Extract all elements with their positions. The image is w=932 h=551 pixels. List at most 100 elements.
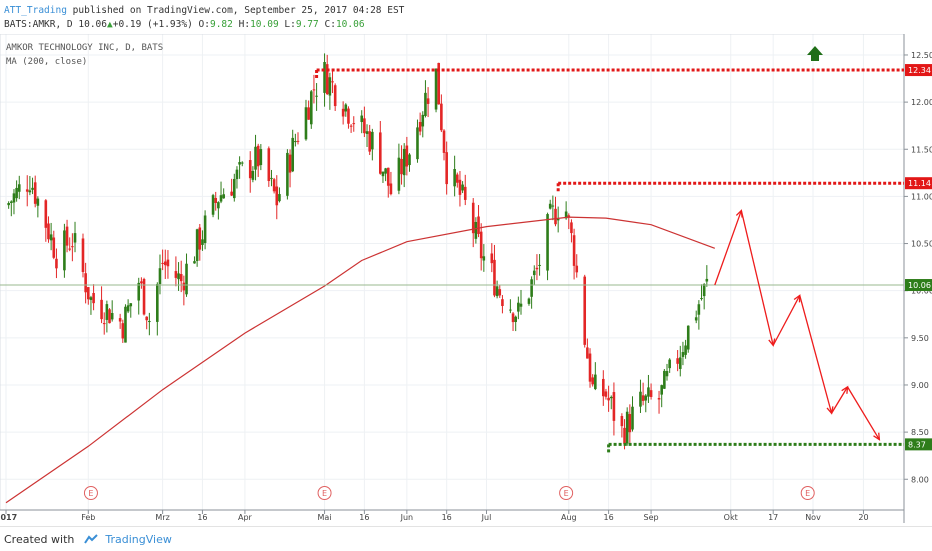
candle-down [71, 246, 74, 248]
candle-up [222, 194, 225, 199]
candle-up [211, 195, 215, 215]
candle-down [166, 259, 170, 267]
candle-up [49, 234, 53, 241]
candle-up [294, 141, 297, 143]
candle-up [235, 169, 239, 180]
candle-down [307, 107, 310, 120]
candle-down [52, 237, 56, 258]
candle-down [272, 179, 276, 192]
y-tick-label: 10.50 [911, 240, 932, 249]
candle-up [509, 309, 512, 311]
candle-up [495, 286, 499, 297]
candle-up [594, 374, 597, 390]
candle-up [694, 317, 698, 321]
candle-down [570, 222, 573, 234]
candle-up [527, 298, 531, 304]
candle-down [676, 358, 679, 364]
candle-up [517, 302, 520, 312]
x-tick-label: Feb [81, 513, 95, 522]
y-tick-label: 8.50 [911, 428, 929, 437]
candle-up [278, 194, 281, 202]
candle-up [185, 263, 188, 295]
candle-up [397, 157, 401, 191]
candle-down [47, 223, 50, 240]
candle-down [68, 248, 72, 250]
chart-area[interactable]: 8.00 8.50 9.00 9.50 10.00 10.50 11.00 11.50 12.0… [0, 33, 932, 523]
level-price-label: 8.37 [908, 440, 926, 449]
author-link[interactable]: ATT_Trading [4, 5, 67, 16]
candle-up [532, 270, 536, 276]
candle-down [607, 397, 610, 401]
candle-up [126, 305, 130, 312]
y-tick-label: 9.00 [911, 381, 929, 390]
open-value: 9.82 [209, 19, 233, 30]
candle-up [647, 387, 650, 397]
candle-up [124, 306, 127, 343]
candle-up [702, 284, 706, 297]
candle-down [368, 131, 371, 152]
candle-up [259, 149, 263, 166]
candle-up [402, 148, 406, 176]
low-label: L: [284, 19, 296, 30]
x-tick-label: 20 [858, 513, 868, 522]
candle-up [63, 230, 66, 271]
candle-up [371, 131, 374, 150]
candle-down [591, 377, 594, 385]
candle-up [461, 184, 464, 191]
candle-down [161, 262, 164, 264]
candle-up [365, 131, 369, 134]
candle-down [379, 132, 382, 174]
ma-legend: MA (200, close) [6, 57, 87, 67]
candle-up [148, 321, 151, 323]
candle-up [609, 396, 613, 399]
candle-down [108, 309, 111, 324]
candle-down [601, 378, 605, 397]
candle-down [347, 108, 350, 124]
y-tick-label: 11.50 [911, 145, 932, 154]
candle-down [628, 414, 632, 433]
candle-down [312, 89, 316, 91]
candle-down [179, 274, 183, 282]
ohlc-line: BATS:AMKR, D 10.06▲+0.19 (+1.93%) O:9.82… [4, 19, 365, 30]
candle-up [286, 152, 289, 196]
candle-down [575, 265, 579, 273]
candle-up [31, 187, 34, 190]
candle-up [384, 168, 387, 174]
candle-up [665, 371, 669, 377]
x-tick-label: Okt [724, 513, 738, 522]
candle-up [129, 303, 133, 307]
candle-down [341, 108, 345, 117]
candle-up [631, 406, 634, 430]
candle-down [182, 282, 186, 291]
x-tick-label: 16 [442, 513, 452, 522]
price-chart[interactable]: 8.008.509.009.5010.0010.5011.0011.5012.0… [0, 33, 932, 523]
candle-down [349, 125, 353, 127]
candle-down [511, 313, 515, 323]
y-tick-label: 12.00 [911, 98, 932, 107]
candle-up [7, 203, 10, 206]
candle-up [408, 154, 411, 166]
candle-down [65, 226, 69, 246]
candle-down [86, 287, 90, 300]
candle-down [33, 182, 37, 204]
candle-up [684, 345, 687, 355]
close-label: C: [324, 19, 336, 30]
candle-up [28, 190, 32, 193]
candle-down [248, 160, 252, 179]
x-tick-label: 16 [197, 513, 207, 522]
x-tick-label: Jun [400, 513, 414, 522]
candle-up [328, 77, 332, 96]
candle-up [217, 202, 220, 209]
level-price-label: 12.34 [908, 66, 931, 75]
candle-down [288, 154, 292, 173]
candle-up [639, 391, 642, 407]
candle-up [110, 312, 114, 320]
x-tick-label: 16 [359, 513, 369, 522]
earnings-marker-label: E [88, 489, 93, 498]
candle-up [15, 187, 18, 199]
tradingview-brand-link[interactable]: TradingView [105, 533, 171, 546]
candle-down [418, 121, 422, 132]
y-tick-label: 12.50 [911, 51, 932, 60]
candle-up [291, 137, 295, 172]
published-text: published on TradingView.com, September … [72, 5, 405, 16]
